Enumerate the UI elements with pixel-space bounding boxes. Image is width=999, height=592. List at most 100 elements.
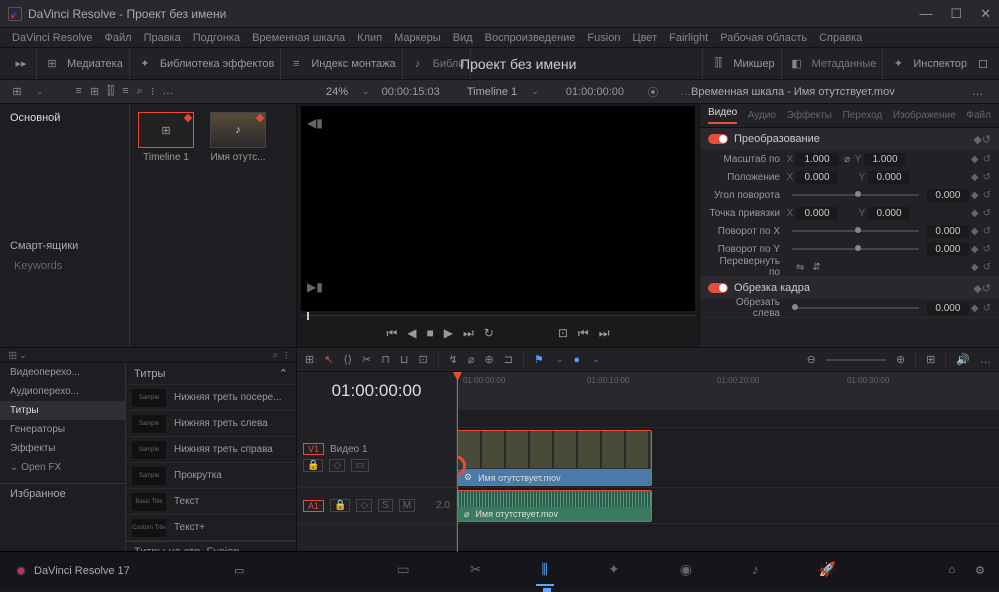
position-lock-icon[interactable]: ⊕ — [485, 353, 494, 366]
crop-left-input[interactable]: 0.000 — [927, 302, 969, 315]
angle-slider[interactable] — [792, 194, 919, 196]
replace-tool-icon[interactable]: ⊡ — [418, 353, 427, 366]
menu-item[interactable]: Вид — [453, 32, 473, 44]
zoom-slider[interactable] — [826, 359, 886, 361]
viewer-scrubber[interactable] — [301, 313, 695, 319]
expand-icon[interactable]: ▸▸ — [12, 57, 30, 71]
timeline-ruler[interactable]: 01:00:00:00 01:00:10:00 01:00:20:00 01:0… — [457, 372, 999, 410]
menu-item[interactable]: Клип — [357, 32, 382, 44]
pos-x-input[interactable]: 0.000 — [796, 171, 838, 184]
jump-start-icon[interactable]: ⏮ — [386, 326, 397, 341]
play-icon[interactable]: ▶ — [444, 326, 453, 341]
track-header-v1[interactable]: V1Видео 1 🔒◇▭ — [297, 428, 456, 488]
more-viewer-icon[interactable]: … — [680, 86, 691, 98]
tl-view-icon[interactable]: ⊞ — [305, 353, 314, 366]
fx-view-icon[interactable]: ⊞ — [8, 349, 17, 362]
page-edit[interactable]: ⫼ — [536, 555, 554, 586]
home-icon[interactable]: ⌂ — [948, 564, 955, 577]
title-preset[interactable]: Basic TitleТекст — [126, 489, 296, 515]
page-media[interactable]: ▭ — [391, 555, 416, 586]
settings-icon[interactable]: ⚙ — [975, 564, 985, 577]
insert-tool-icon[interactable]: ⊓ — [381, 353, 390, 366]
metadata-icon[interactable]: ◧ — [788, 57, 806, 71]
loop-icon[interactable]: ↻ — [484, 326, 494, 341]
dynamic-trim-icon[interactable]: ↯ — [449, 353, 458, 366]
page-cut[interactable]: ✂ — [464, 555, 488, 586]
mute-icon[interactable]: M — [399, 499, 415, 512]
master-bin[interactable]: Основной — [0, 110, 129, 126]
page-color[interactable]: ◉ — [674, 555, 698, 586]
viewer-next-clip-icon[interactable]: ▶▮ — [307, 280, 323, 294]
transform-toggle[interactable] — [708, 134, 728, 144]
rotx-input[interactable]: 0.000 — [927, 225, 969, 238]
search-icon[interactable]: ⌕ — [137, 85, 143, 98]
auto-select-icon[interactable]: ◇ — [329, 459, 345, 472]
index-button[interactable]: Индекс монтажа — [311, 58, 395, 70]
overwrite-tool-icon[interactable]: ⊔ — [400, 353, 409, 366]
menu-item[interactable]: Правка — [144, 32, 181, 44]
mixer-button[interactable]: Микшер — [733, 58, 774, 70]
rotx-slider[interactable] — [792, 230, 919, 232]
menu-item[interactable]: Воспроизведение — [485, 32, 576, 44]
scale-y-input[interactable]: 1.000 — [864, 153, 906, 166]
menu-item[interactable]: Fairlight — [669, 32, 708, 44]
page-fusion[interactable]: ✦ — [602, 555, 626, 586]
link-icon[interactable]: ⌀ — [468, 353, 475, 366]
title-preset[interactable]: Custom TitleТекст+ — [126, 515, 296, 541]
fx-button[interactable]: Библиотека эффектов — [160, 58, 275, 70]
zoom-in-icon[interactable]: ⊕ — [896, 353, 905, 366]
pool-view-icon[interactable]: ⊞ — [8, 85, 26, 99]
media-icon[interactable]: ⊞ — [43, 57, 61, 71]
collapse-icon[interactable]: ⌃ — [279, 367, 288, 380]
filter-icon[interactable]: ⁝ — [151, 85, 155, 98]
menu-item[interactable]: Рабочая область — [720, 32, 807, 44]
tab-video[interactable]: Видео — [708, 107, 737, 124]
crop-left-slider[interactable] — [792, 307, 919, 309]
timeline-tracks[interactable]: ⚙Имя отутствует.mov ⌀Имя отутствует.mov — [457, 410, 999, 562]
menu-item[interactable]: Fusion — [587, 32, 620, 44]
jump-end-icon[interactable]: ⏭ — [463, 326, 474, 341]
fx-category[interactable]: Титры — [0, 401, 125, 420]
selection-tool-icon[interactable]: ↖ — [324, 353, 333, 366]
metadata-button[interactable]: Метаданные — [812, 58, 877, 70]
fx-category[interactable]: Аудиоперехо... — [0, 382, 125, 401]
zoom-out-icon[interactable]: ⊖ — [807, 353, 816, 366]
menu-item[interactable]: Справка — [819, 32, 862, 44]
tab-file[interactable]: Файл — [966, 110, 991, 121]
crop-section-header[interactable]: Обрезка кадра ◆↺ — [700, 277, 999, 299]
volume-icon[interactable]: 🔊 — [956, 353, 970, 366]
lock-icon[interactable]: 🔒 — [330, 499, 350, 512]
more-icon[interactable]: … — [162, 85, 173, 98]
scale-x-input[interactable]: 1.000 — [796, 153, 838, 166]
match-frame-icon[interactable]: ⊡ — [558, 326, 568, 341]
mark-out-icon[interactable]: ⏭ — [599, 326, 610, 341]
grid-view-icon[interactable]: ⊞ — [90, 85, 99, 98]
auto-select-icon[interactable]: ◇ — [356, 499, 372, 512]
inspector-more-icon[interactable]: … — [972, 86, 983, 98]
fx-category[interactable]: Генераторы — [0, 420, 125, 439]
timeline-tc[interactable]: 01:00:00:00 — [297, 372, 457, 410]
crop-toggle[interactable] — [708, 283, 728, 293]
flip-h-icon[interactable]: ⇋ — [796, 262, 804, 273]
fx-category[interactable]: Видеоперехо... — [0, 363, 125, 382]
roty-input[interactable]: 0.000 — [927, 243, 969, 256]
smart-bins-header[interactable]: Смарт-ящики — [0, 236, 129, 256]
menu-item[interactable]: DaVinci Resolve — [12, 32, 93, 44]
flag-icon[interactable]: ⚑ — [534, 353, 544, 366]
angle-input[interactable]: 0.000 — [927, 189, 969, 202]
page-fairlight[interactable]: ♪ — [746, 555, 765, 586]
media-thumb[interactable]: ♪ Имя отутс... — [210, 112, 266, 339]
fx-category[interactable]: Эффекты — [0, 439, 125, 458]
solo-icon[interactable]: S — [378, 499, 393, 512]
enable-icon[interactable]: ▭ — [351, 459, 368, 472]
tab-transition[interactable]: Переход — [843, 110, 883, 121]
link-icon[interactable]: ⌀ — [844, 154, 850, 165]
title-preset[interactable]: SampleНижняя треть справа — [126, 437, 296, 463]
roty-slider[interactable] — [792, 248, 919, 250]
project-manager-icon[interactable]: ▭ — [234, 564, 244, 577]
menu-item[interactable]: Временная шкала — [252, 32, 345, 44]
audio-clip[interactable]: ⌀Имя отутствует.mov — [457, 490, 652, 522]
mark-in-icon[interactable]: ⏮ — [578, 326, 589, 341]
zoom-pct[interactable]: 24% — [326, 86, 348, 98]
page-deliver[interactable]: 🚀 — [813, 555, 842, 586]
